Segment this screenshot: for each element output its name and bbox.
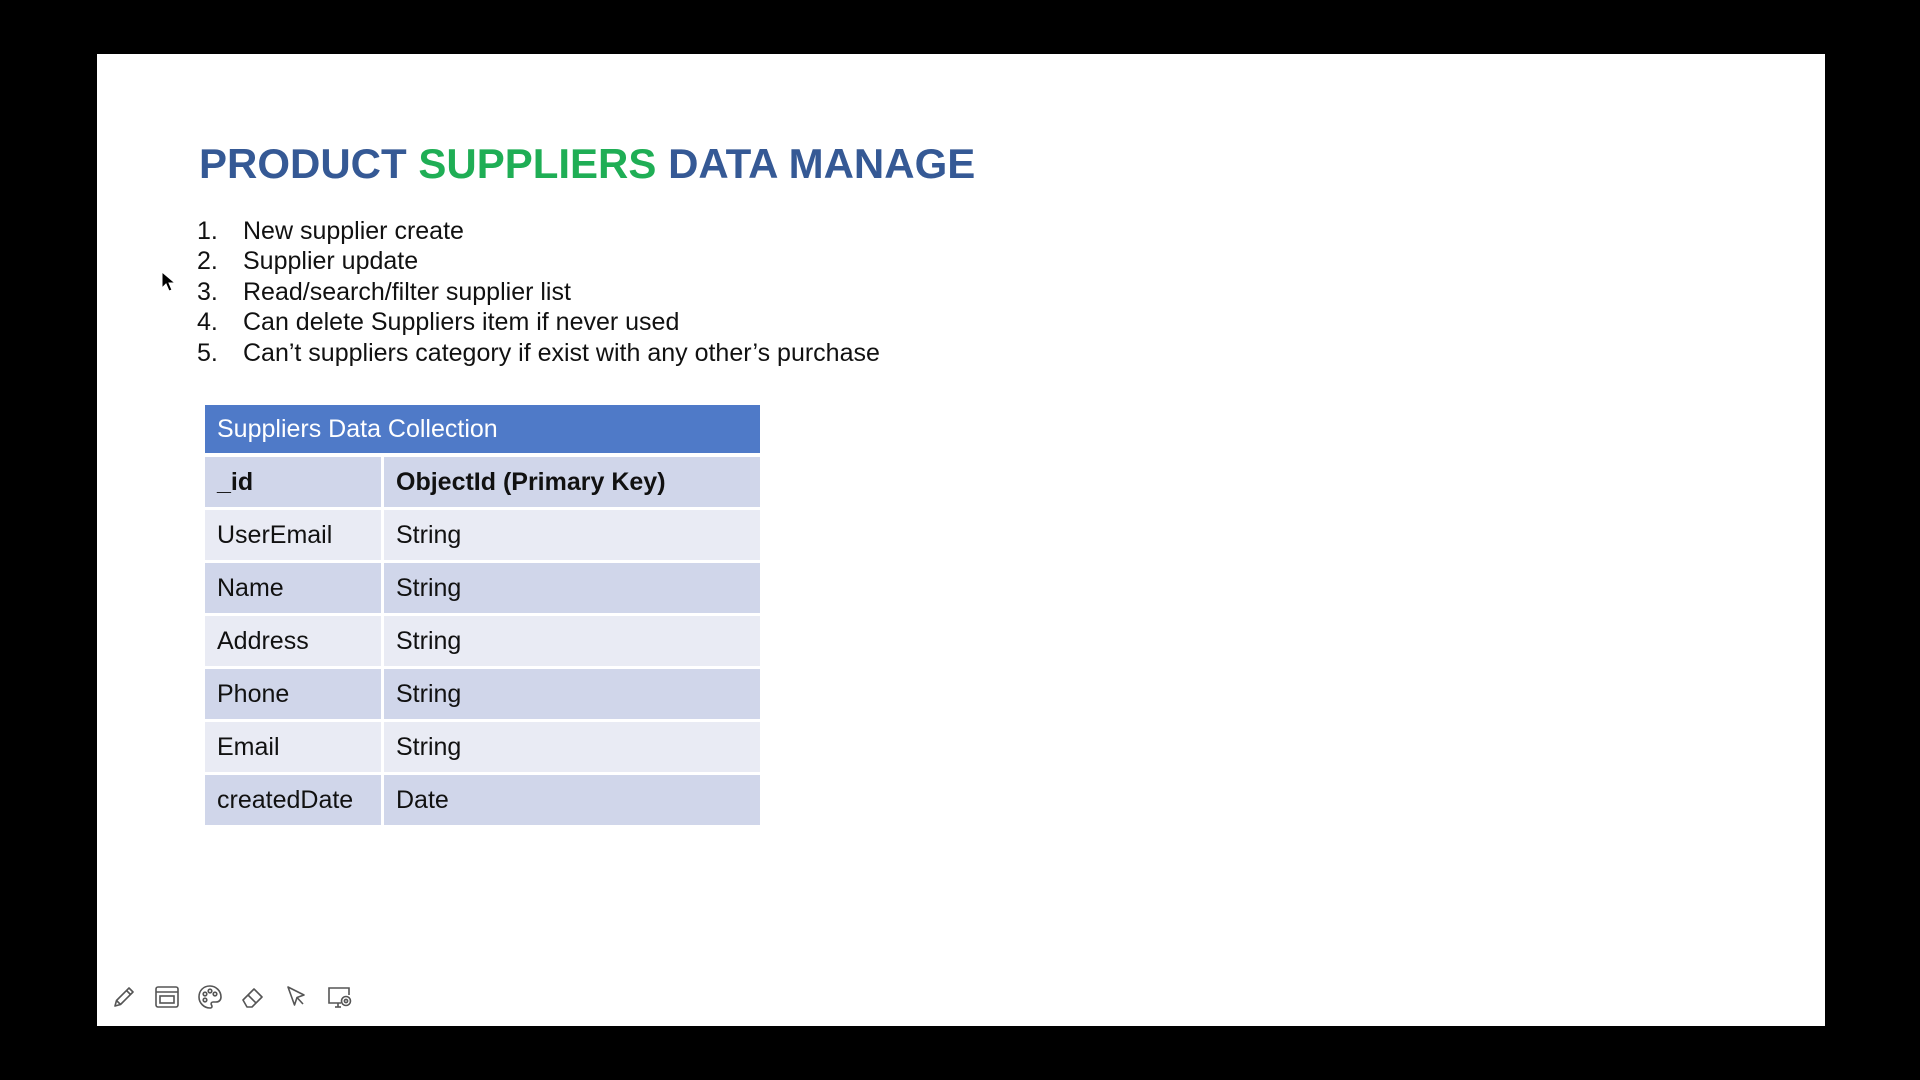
list-item: 3. Read/search/filter supplier list bbox=[197, 277, 880, 307]
eraser-tool-button[interactable] bbox=[238, 982, 268, 1012]
table-header-row: Suppliers Data Collection bbox=[205, 405, 760, 457]
list-item-text: Can delete Suppliers item if never used bbox=[243, 308, 680, 337]
slide-title: PRODUCT SUPPLIERS DATA MANAGE bbox=[199, 143, 975, 185]
table-row: UserEmail String bbox=[205, 508, 760, 563]
feature-list: 1. New supplier create 2. Supplier update … bbox=[197, 216, 880, 368]
field-type-cell: String bbox=[382, 614, 760, 669]
field-type-cell: String bbox=[382, 667, 760, 722]
field-name-cell: Name bbox=[205, 561, 384, 616]
list-item-number: 4. bbox=[197, 308, 218, 337]
field-name-cell: UserEmail bbox=[205, 508, 384, 563]
list-item-text: Read/search/filter supplier list bbox=[243, 277, 571, 306]
list-item-number: 1. bbox=[197, 217, 218, 245]
list-item-number: 3. bbox=[197, 277, 218, 306]
list-item: 1. New supplier create bbox=[197, 216, 880, 246]
title-word-suppliers: SUPPLIERS bbox=[418, 140, 657, 187]
list-item: 4. Can delete Suppliers item if never use… bbox=[197, 307, 880, 337]
field-name-cell: _id bbox=[205, 455, 384, 510]
field-name-cell: Email bbox=[205, 720, 384, 775]
window-tool-button[interactable] bbox=[152, 982, 182, 1012]
screen-share-icon bbox=[328, 987, 352, 1008]
list-item-number: 2. bbox=[197, 247, 218, 276]
list-item: 2. Supplier update bbox=[197, 246, 880, 276]
pointer-tool-button[interactable] bbox=[281, 982, 311, 1012]
mouse-cursor-icon bbox=[161, 271, 177, 292]
field-name-cell: Phone bbox=[205, 667, 384, 722]
window-icon bbox=[155, 986, 179, 1008]
table-row: Name String bbox=[205, 561, 760, 616]
suppliers-collection-table: Suppliers Data Collection _id ObjectId (… bbox=[205, 405, 760, 828]
palette-tool-button[interactable] bbox=[195, 982, 225, 1012]
pointer-icon bbox=[287, 986, 305, 1006]
list-item: 5. Can’t suppliers category if exist with… bbox=[197, 338, 880, 368]
field-type-cell: ObjectId (Primary Key) bbox=[382, 455, 760, 510]
field-type-cell: String bbox=[382, 508, 760, 563]
pencil-tool-button[interactable] bbox=[109, 982, 139, 1012]
table-row: Address String bbox=[205, 614, 760, 669]
table-row: createdDate Date bbox=[205, 773, 760, 828]
list-item-text: Supplier update bbox=[243, 247, 419, 276]
field-type-cell: Date bbox=[382, 773, 760, 828]
screen: PRODUCT SUPPLIERS DATA MANAGE 1. New supp… bbox=[0, 0, 1920, 1080]
table-header: Suppliers Data Collection bbox=[205, 405, 760, 457]
list-item-text: Can’t suppliers category if exist with a… bbox=[243, 338, 880, 367]
field-type-cell: String bbox=[382, 561, 760, 616]
pencil-icon bbox=[114, 987, 134, 1007]
field-name-cell: createdDate bbox=[205, 773, 384, 828]
list-item-text: New supplier create bbox=[243, 217, 464, 245]
title-word-data-manage: DATA MANAGE bbox=[668, 140, 976, 187]
title-word-product: PRODUCT bbox=[199, 140, 407, 187]
palette-icon bbox=[198, 985, 222, 1009]
eraser-icon bbox=[242, 988, 263, 1008]
screen-share-tool-button[interactable] bbox=[324, 982, 354, 1012]
list-item-number: 5. bbox=[197, 338, 218, 367]
field-name-cell: Address bbox=[205, 614, 384, 669]
presenter-toolbar bbox=[109, 982, 367, 1012]
table-row: Phone String bbox=[205, 667, 760, 722]
table-row: _id ObjectId (Primary Key) bbox=[205, 455, 760, 510]
presentation-slide: PRODUCT SUPPLIERS DATA MANAGE 1. New supp… bbox=[97, 54, 1825, 1026]
table-row: Email String bbox=[205, 720, 760, 775]
field-type-cell: String bbox=[382, 720, 760, 775]
